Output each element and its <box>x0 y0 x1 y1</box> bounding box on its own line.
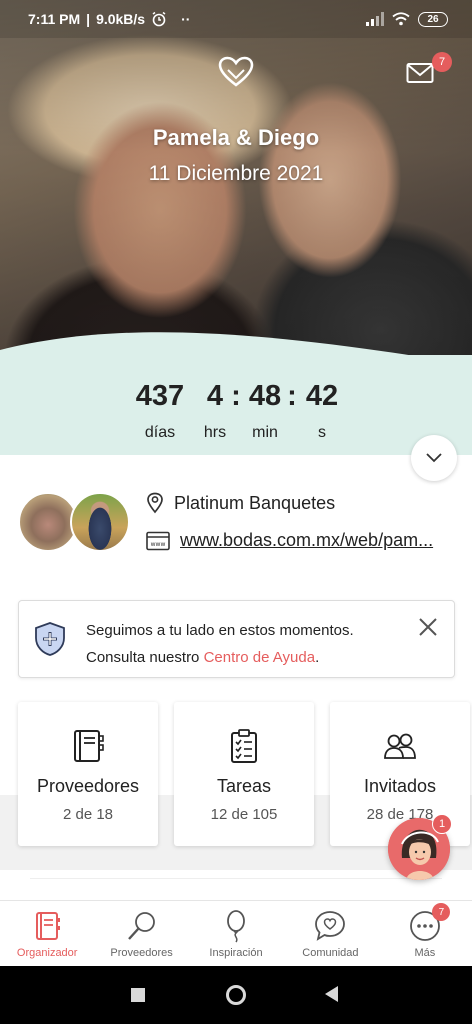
help-line2-suffix: . <box>315 649 320 666</box>
card-title: Proveedores <box>36 776 140 796</box>
back-button[interactable] <box>325 986 339 1002</box>
card-title: Invitados <box>363 776 437 796</box>
avatar-groom[interactable] <box>70 492 130 552</box>
countdown: 437 4 : 48 : 42 días hrs min s <box>0 380 472 450</box>
heart-logo-icon <box>218 56 254 87</box>
chevron-down-icon <box>426 453 442 463</box>
assistant-badge: 1 <box>432 814 452 834</box>
section-divider <box>30 878 442 898</box>
countdown-hours-label: hrs <box>203 424 227 441</box>
expand-button[interactable] <box>411 435 457 481</box>
mail-icon[interactable] <box>406 62 434 84</box>
help-banner: Seguimos a tu lado en estos momentos. Co… <box>18 600 455 678</box>
website-icon: www <box>146 531 170 550</box>
card-proveedores[interactable]: Proveedores 2 de 18 <box>18 702 158 846</box>
countdown-minutes: 48 <box>248 380 282 412</box>
chat-heart-icon <box>315 911 346 941</box>
balloon-icon <box>227 910 245 943</box>
nav-proveedores[interactable]: Proveedores <box>94 901 188 966</box>
card-progress: 2 de 18 <box>62 806 114 823</box>
card-progress: 12 de 105 <box>210 806 278 823</box>
card-tareas[interactable]: Tareas 12 de 105 <box>174 702 314 846</box>
nav-organizador[interactable]: Organizador <box>0 901 94 966</box>
battery-indicator: 26 <box>418 11 448 27</box>
help-line2-prefix: Consulta nuestro <box>86 649 204 666</box>
nav-label: Proveedores <box>110 947 173 959</box>
website-row[interactable]: www www.bodas.com.mx/web/pam... <box>146 530 460 551</box>
location-pin-icon <box>147 492 163 514</box>
countdown-hours: 4 <box>206 380 224 412</box>
organizer-icon <box>36 912 61 940</box>
nav-comunidad[interactable]: Comunidad <box>283 901 377 966</box>
countdown-seconds-label: s <box>318 424 326 441</box>
mail-badge: 7 <box>432 52 452 72</box>
nav-label: Más <box>414 947 436 959</box>
shield-icon <box>35 622 65 656</box>
status-divider: | <box>86 11 91 27</box>
guests-icon <box>384 733 416 759</box>
screen: 7:11 PM | 9.0kB/s ·· 26 7 Pamela & Diego… <box>0 0 472 1024</box>
svg-text:www: www <box>151 541 166 548</box>
close-icon[interactable] <box>416 615 440 639</box>
search-icon <box>127 912 155 940</box>
help-message: Seguimos a tu lado en estos momentos. Co… <box>86 617 406 671</box>
home-button[interactable] <box>225 984 247 1006</box>
nav-label: Comunidad <box>302 947 359 959</box>
countdown-separator: : <box>231 380 241 412</box>
status-dots: ·· <box>181 11 191 27</box>
countdown-days-label: días <box>144 424 176 441</box>
status-time: 7:11 PM <box>28 11 81 27</box>
system-nav-bar <box>0 966 472 1024</box>
nav-mas[interactable]: 7 Más <box>378 901 472 966</box>
avatar-bride[interactable] <box>18 492 78 552</box>
notebook-icon <box>74 730 104 762</box>
bottom-nav: Organizador Proveedores Inspiración Comu… <box>0 900 472 966</box>
alarm-icon <box>152 11 166 27</box>
status-speed: 9.0kB/s <box>96 11 146 27</box>
help-line1: Seguimos a tu lado en estos momentos. <box>86 622 354 639</box>
wifi-icon <box>392 12 410 26</box>
nav-label: Inspiración <box>209 947 263 959</box>
countdown-days: 437 <box>135 380 185 412</box>
venue-name: Platinum Banquetes <box>174 492 336 513</box>
nav-inspiracion[interactable]: Inspiración <box>189 901 283 966</box>
nav-label: Organizador <box>16 947 78 959</box>
countdown-seconds: 42 <box>305 380 339 412</box>
website-link[interactable]: www.bodas.com.mx/web/pam... <box>180 530 460 551</box>
card-title: Tareas <box>216 776 272 796</box>
venue-row[interactable]: Platinum Banquetes <box>146 492 335 514</box>
countdown-separator: : <box>287 380 297 412</box>
recents-button[interactable] <box>131 988 145 1002</box>
signal-icon <box>366 12 384 26</box>
more-badge: 7 <box>432 903 451 921</box>
couple-names: Pamela & Diego <box>152 125 320 150</box>
wedding-date: 11 Diciembre 2021 <box>148 162 324 185</box>
couple-avatars[interactable] <box>18 492 130 554</box>
status-bar: 7:11 PM | 9.0kB/s ·· 26 <box>0 0 472 38</box>
checklist-icon <box>231 729 257 763</box>
countdown-minutes-label: min <box>252 424 278 441</box>
help-center-link[interactable]: Centro de Ayuda <box>204 649 315 666</box>
